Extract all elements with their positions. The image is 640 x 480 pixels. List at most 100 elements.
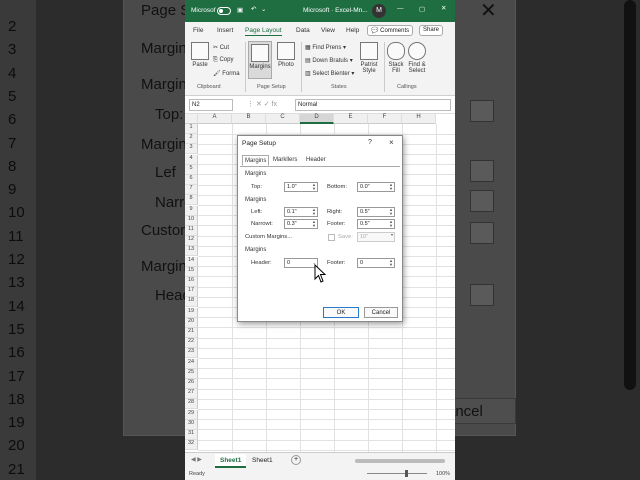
close-icon[interactable]: ✕ [441, 4, 446, 12]
row-header[interactable]: 29 [185, 409, 198, 420]
cancel-button[interactable]: Cancel [364, 307, 398, 318]
find-prens-button[interactable]: ▦ Find Prens ▾ [305, 44, 346, 51]
column-header[interactable]: H [402, 114, 436, 124]
custom-margins-link[interactable]: Custom Margins... [245, 234, 292, 240]
tab-help[interactable]: Help [346, 27, 359, 34]
row-header[interactable]: 22 [185, 338, 198, 349]
patrist-style-button[interactable]: Patrist Style [359, 42, 379, 74]
horizontal-scrollbar[interactable] [355, 459, 445, 463]
zoom-slider[interactable] [367, 473, 427, 474]
share-button[interactable]: Share [419, 25, 444, 36]
row-header[interactable]: 2 [185, 134, 198, 145]
save-input[interactable]: 10" ▾ [357, 232, 395, 242]
undo-icon[interactable]: ↶ [251, 5, 256, 13]
restore-icon[interactable]: ▢ [419, 5, 425, 13]
row-header[interactable]: 31 [185, 430, 198, 440]
column-header[interactable]: F [368, 114, 402, 124]
sheet-nav-icon[interactable]: ◀ ▶ [191, 456, 202, 463]
row-header[interactable]: 12 [185, 236, 198, 247]
margins-button[interactable]: Margins [248, 41, 272, 79]
find-select-button[interactable]: Find & Select [407, 42, 427, 74]
help-icon[interactable]: ? [368, 139, 372, 146]
cut-button[interactable]: ✂ Cut [213, 44, 229, 51]
photo-button[interactable]: Photo [275, 42, 297, 68]
narrow-margin-input[interactable]: 0.3" ▲ ▼ [284, 219, 318, 229]
row-header[interactable]: 5 [185, 164, 198, 175]
column-header[interactable]: D [300, 114, 334, 124]
spin-arrows-icon[interactable]: ▲ ▼ [389, 220, 393, 228]
row-header[interactable]: 7 [185, 185, 198, 196]
row-header[interactable]: 28 [185, 399, 198, 410]
name-box[interactable]: N2 [189, 99, 233, 111]
column-header[interactable]: A [198, 114, 232, 124]
row-header[interactable]: 9 [185, 205, 198, 216]
avatar[interactable]: M [372, 4, 386, 18]
redo-dropdown-icon[interactable]: ⌄ [261, 5, 266, 13]
footer2-input[interactable]: 0 ▲ ▼ [357, 258, 395, 268]
right-margin-input[interactable]: 0.5" ▲ ▼ [357, 207, 395, 217]
select-all-corner[interactable] [185, 114, 198, 124]
row-header[interactable]: 3 [185, 144, 198, 155]
spin-arrows-icon[interactable]: ▲ ▼ [312, 208, 316, 216]
sheet-tab-1[interactable]: Sheet1 [215, 454, 247, 468]
tab-data[interactable]: Data [296, 27, 310, 34]
row-header[interactable]: 14 [185, 256, 198, 267]
row-header[interactable]: 26 [185, 379, 198, 389]
spin-arrows-icon[interactable]: ▲ ▼ [389, 208, 393, 216]
row-header[interactable]: 24 [185, 358, 198, 369]
zoom-slider-thumb[interactable] [405, 470, 408, 477]
ok-button[interactable]: OK [323, 307, 359, 318]
row-header[interactable]: 25 [185, 368, 198, 379]
row-header[interactable]: 30 [185, 419, 198, 430]
row-header[interactable]: 21 [185, 328, 198, 338]
add-sheet-button[interactable]: + [291, 455, 301, 465]
header-dropdown[interactable]: 0 ⌄ [284, 258, 318, 268]
column-header[interactable]: E [334, 114, 368, 124]
top-margin-input[interactable]: 1.0" ▲ ▼ [284, 182, 318, 192]
tab-insert[interactable]: Insert [217, 27, 233, 34]
column-header[interactable]: B [232, 114, 266, 124]
select-bienter-button[interactable]: ▥ Select Bienter ▾ [305, 70, 354, 77]
spin-arrows-icon[interactable]: ▲ ▼ [312, 220, 316, 228]
row-header[interactable]: 15 [185, 266, 198, 277]
spin-arrows-icon[interactable]: ▲ ▼ [312, 183, 316, 191]
paste-button[interactable]: Paste [189, 42, 211, 68]
row-header[interactable]: 32 [185, 440, 198, 451]
row-header[interactable]: 20 [185, 317, 198, 328]
copy-button[interactable]: ⎘ Copy [213, 57, 233, 64]
stack-fill-button[interactable]: Stack Fill [387, 42, 405, 74]
row-header[interactable]: 19 [185, 307, 198, 318]
row-header[interactable]: 8 [185, 195, 198, 206]
tab-view[interactable]: View [321, 27, 335, 34]
bottom-margin-input[interactable]: 0.0" ▲ ▼ [357, 182, 395, 192]
row-header[interactable]: 11 [185, 226, 198, 236]
footer-margin-input[interactable]: 0.5" ▲ ▼ [357, 219, 395, 229]
row-header[interactable]: 16 [185, 277, 198, 287]
spin-arrows-icon[interactable]: ▲ ▼ [389, 183, 393, 191]
autosave-toggle[interactable] [217, 7, 231, 15]
comments-button[interactable]: 💬 Comments [367, 25, 414, 36]
close-icon[interactable]: × [389, 138, 394, 147]
tab-header[interactable]: Header [304, 155, 328, 166]
row-header[interactable]: 1 [185, 124, 198, 134]
row-header[interactable]: 6 [185, 175, 198, 185]
tab-markllers[interactable]: Markllers [271, 155, 299, 166]
left-margin-input[interactable]: 0.1" ▲ ▼ [284, 207, 318, 217]
row-header[interactable]: 23 [185, 348, 198, 359]
formula-input[interactable]: Normal [295, 99, 451, 111]
save-checkbox[interactable] [328, 234, 335, 241]
row-header[interactable]: 27 [185, 389, 198, 400]
format-painter-button[interactable]: 🖌 Forma [213, 70, 240, 77]
down-bratuls-button[interactable]: ▤ Down Bratuls ▾ [305, 57, 353, 64]
row-header[interactable]: 10 [185, 215, 198, 226]
spin-arrows-icon[interactable]: ▲ ▼ [389, 259, 393, 267]
tab-margins[interactable]: Margins [242, 155, 270, 166]
column-header[interactable]: C [266, 114, 300, 124]
tab-page-layout[interactable]: Page Layout [245, 27, 282, 36]
minimize-icon[interactable]: — [397, 5, 404, 12]
save-icon[interactable]: ▣ [237, 6, 243, 14]
tab-file[interactable]: File [193, 27, 203, 34]
row-header[interactable]: 4 [185, 154, 198, 165]
row-header[interactable]: 17 [185, 287, 198, 298]
row-header[interactable]: 13 [185, 246, 198, 257]
